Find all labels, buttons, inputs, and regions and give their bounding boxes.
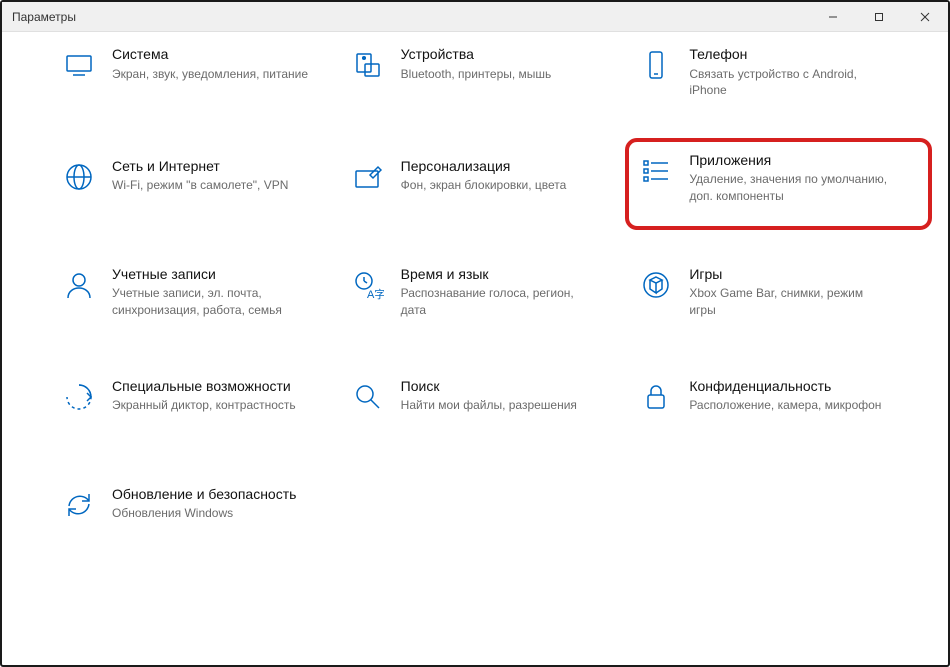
tile-title: Учетные записи <box>112 266 312 284</box>
tile-desc: Удаление, значения по умолчанию, доп. ко… <box>689 171 889 203</box>
tile-title: Система <box>112 46 308 64</box>
accounts-icon <box>62 268 96 302</box>
tile-desc: Экранный диктор, контрастность <box>112 397 296 413</box>
tile-system[interactable]: Система Экран, звук, уведомления, питани… <box>62 40 341 104</box>
maximize-button[interactable] <box>856 2 902 31</box>
tile-search[interactable]: Поиск Найти мои файлы, разрешения <box>351 372 630 432</box>
tile-time-language[interactable]: A字 Время и язык Распознавание голоса, ре… <box>351 260 630 324</box>
titlebar: Параметры <box>2 2 948 32</box>
time-language-icon: A字 <box>351 268 385 302</box>
tile-title: Сеть и Интернет <box>112 158 288 176</box>
phone-icon <box>639 48 673 82</box>
tile-title: Время и язык <box>401 266 601 284</box>
tile-desc: Найти мои файлы, разрешения <box>401 397 577 413</box>
tile-desc: Связать устройство с Android, iPhone <box>689 66 889 98</box>
apps-icon <box>639 154 673 188</box>
tile-phone[interactable]: Телефон Связать устройство с Android, iP… <box>639 40 918 104</box>
tile-title: Конфиденциальность <box>689 378 881 396</box>
tile-desc: Учетные записи, эл. почта, синхронизация… <box>112 285 312 317</box>
tile-gaming[interactable]: Игры Xbox Game Bar, снимки, режим игры <box>639 260 918 324</box>
minimize-button[interactable] <box>810 2 856 31</box>
tile-title: Телефон <box>689 46 889 64</box>
settings-content: Система Экран, звук, уведомления, питани… <box>2 32 948 540</box>
tile-desc: Экран, звук, уведомления, питание <box>112 66 308 82</box>
tile-apps[interactable]: Приложения Удаление, значения по умолчан… <box>639 152 918 212</box>
close-button[interactable] <box>902 2 948 31</box>
tile-desc: Фон, экран блокировки, цвета <box>401 177 567 193</box>
gaming-icon <box>639 268 673 302</box>
svg-text:A字: A字 <box>367 287 384 301</box>
window-title: Параметры <box>12 10 810 24</box>
update-icon <box>62 488 96 522</box>
tile-title: Персонализация <box>401 158 567 176</box>
globe-icon <box>62 160 96 194</box>
tile-devices[interactable]: Устройства Bluetooth, принтеры, мышь <box>351 40 630 104</box>
tile-privacy[interactable]: Конфиденциальность Расположение, камера,… <box>639 372 918 432</box>
devices-icon <box>351 48 385 82</box>
tile-title: Игры <box>689 266 889 284</box>
accessibility-icon <box>62 380 96 414</box>
highlight-annotation: Приложения Удаление, значения по умолчан… <box>625 138 932 230</box>
category-grid: Система Экран, звук, уведомления, питани… <box>62 40 918 540</box>
tile-desc: Распознавание голоса, регион, дата <box>401 285 601 317</box>
tile-title: Приложения <box>689 152 889 170</box>
tile-desc: Bluetooth, принтеры, мышь <box>401 66 552 82</box>
tile-title: Обновление и безопасность <box>112 486 296 504</box>
lock-icon <box>639 380 673 414</box>
tile-personalization[interactable]: Персонализация Фон, экран блокировки, цв… <box>351 152 630 212</box>
tile-accessibility[interactable]: Специальные возможности Экранный диктор,… <box>62 372 341 432</box>
tile-desc: Wi-Fi, режим "в самолете", VPN <box>112 177 288 193</box>
tile-desc: Обновления Windows <box>112 505 296 521</box>
tile-accounts[interactable]: Учетные записи Учетные записи, эл. почта… <box>62 260 341 324</box>
tile-desc: Расположение, камера, микрофон <box>689 397 881 413</box>
tile-title: Устройства <box>401 46 552 64</box>
tile-title: Специальные возможности <box>112 378 296 396</box>
tile-desc: Xbox Game Bar, снимки, режим игры <box>689 285 889 317</box>
tile-network[interactable]: Сеть и Интернет Wi-Fi, режим "в самолете… <box>62 152 341 212</box>
personalization-icon <box>351 160 385 194</box>
search-icon <box>351 380 385 414</box>
tile-title: Поиск <box>401 378 577 396</box>
tile-update[interactable]: Обновление и безопасность Обновления Win… <box>62 480 341 540</box>
system-icon <box>62 48 96 82</box>
window-controls <box>810 2 948 31</box>
